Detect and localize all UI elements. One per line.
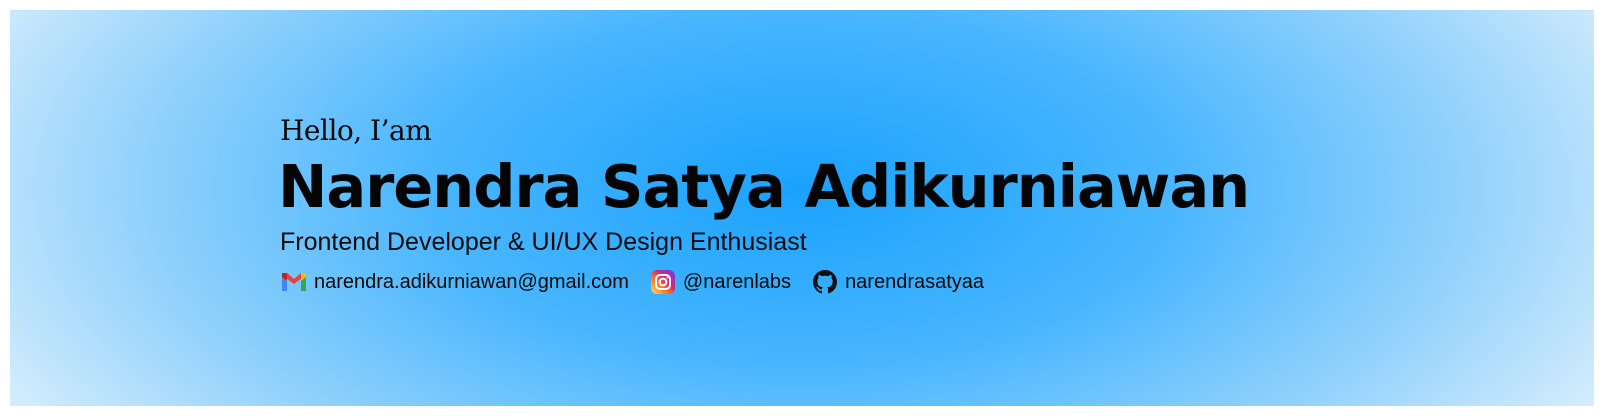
profile-role: Frontend Developer & UI/UX Design Enthus… xyxy=(280,228,807,256)
banner-content: Hello, I’am Narendra Satya Adikurniawan … xyxy=(278,114,1250,296)
gmail-icon xyxy=(280,268,308,296)
instagram-icon xyxy=(649,268,677,296)
greeting-text: Hello, I’am xyxy=(280,114,432,147)
contact-list: narendra.adikurniawan@gmail.com @narenla… xyxy=(280,268,1249,296)
contact-email[interactable]: narendra.adikurniawan@gmail.com xyxy=(280,268,629,296)
profile-banner: Hello, I’am Narendra Satya Adikurniawan … xyxy=(10,10,1594,406)
profile-name: Narendra Satya Adikurniawan xyxy=(278,152,1250,221)
github-icon xyxy=(811,268,839,296)
contact-instagram[interactable]: @narenlabs xyxy=(649,268,791,296)
contact-instagram-label: @narenlabs xyxy=(682,270,792,293)
contact-github-label: narendrasatyaa xyxy=(845,270,985,293)
contact-email-label: narendra.adikurniawan@gmail.com xyxy=(314,270,629,293)
contact-github[interactable]: narendrasatyaa xyxy=(811,268,984,296)
